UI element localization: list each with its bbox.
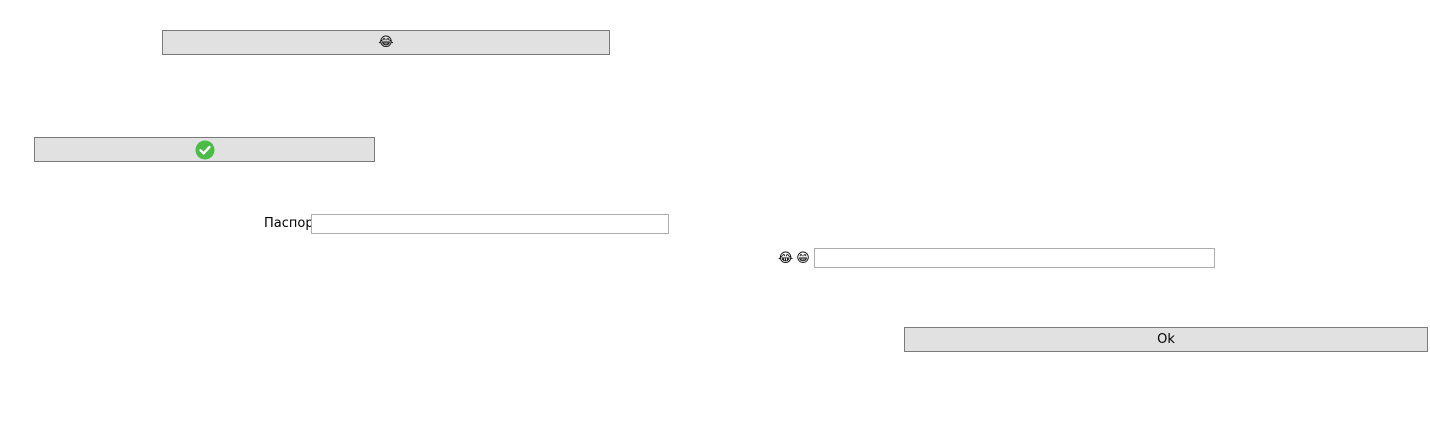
emoji-label: 😂 😁 — [778, 248, 810, 268]
ok-button[interactable]: Ok — [904, 327, 1428, 352]
passport-input[interactable] — [311, 214, 669, 234]
check-circle-icon — [195, 140, 215, 160]
laughing-face-icon: 😂 — [778, 250, 794, 266]
emoji-button[interactable]: 😂 — [162, 30, 610, 55]
grinning-face-icon: 😁 — [796, 250, 810, 266]
ok-button-label: Ok — [1157, 332, 1175, 347]
emoji-input[interactable] — [814, 248, 1215, 268]
confirm-check-button[interactable] — [34, 137, 375, 162]
laughing-face-icon: 😂 — [378, 35, 394, 50]
